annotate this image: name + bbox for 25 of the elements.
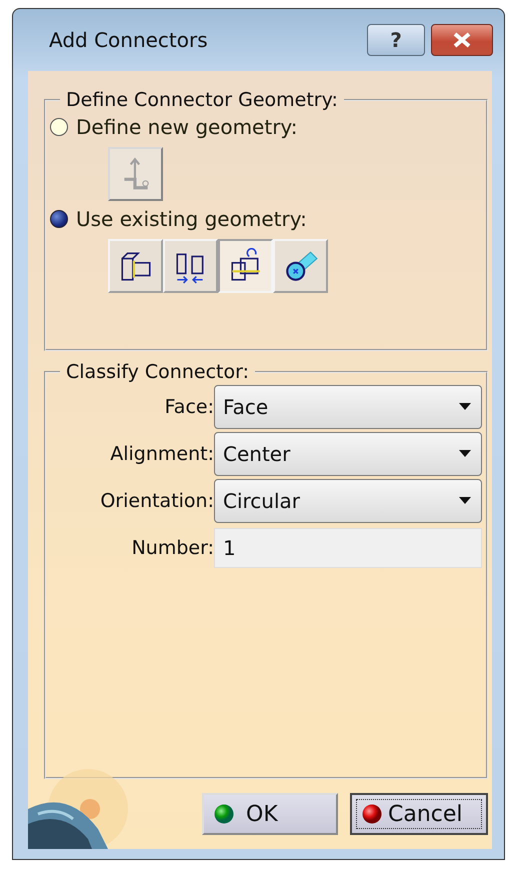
dropdown[interactable]: Center xyxy=(214,432,482,476)
cancel-button[interactable]: Cancel xyxy=(350,793,488,835)
field-label: Orientation: xyxy=(99,490,214,512)
ok-button[interactable]: OK xyxy=(202,793,338,835)
led-icon xyxy=(214,804,234,824)
caret-icon xyxy=(459,450,471,458)
field-label: Face: xyxy=(164,396,214,418)
close-button[interactable] xyxy=(431,24,493,56)
field-label: Alignment: xyxy=(109,442,214,464)
input-field[interactable]: 1 xyxy=(214,528,482,568)
radio-button[interactable] xyxy=(50,118,68,136)
dropdown[interactable]: Circular xyxy=(214,478,482,522)
dropdown[interactable]: Face xyxy=(214,384,482,428)
caret-icon xyxy=(459,402,471,410)
window-title: Add Connectors xyxy=(49,28,208,52)
led-icon xyxy=(362,804,382,824)
close-icon xyxy=(451,32,473,48)
radio-button[interactable] xyxy=(50,210,68,228)
field-label: Number: xyxy=(130,536,214,558)
radio-label[interactable]: Define new geometry: xyxy=(76,115,298,139)
caret-icon xyxy=(459,496,471,504)
radio-label[interactable]: Use existing geometry: xyxy=(76,207,307,231)
group-title: Define Connector Geometry: xyxy=(65,89,339,111)
help-button[interactable]: ? xyxy=(367,24,425,56)
group-title: Classify Connector: xyxy=(65,361,250,383)
